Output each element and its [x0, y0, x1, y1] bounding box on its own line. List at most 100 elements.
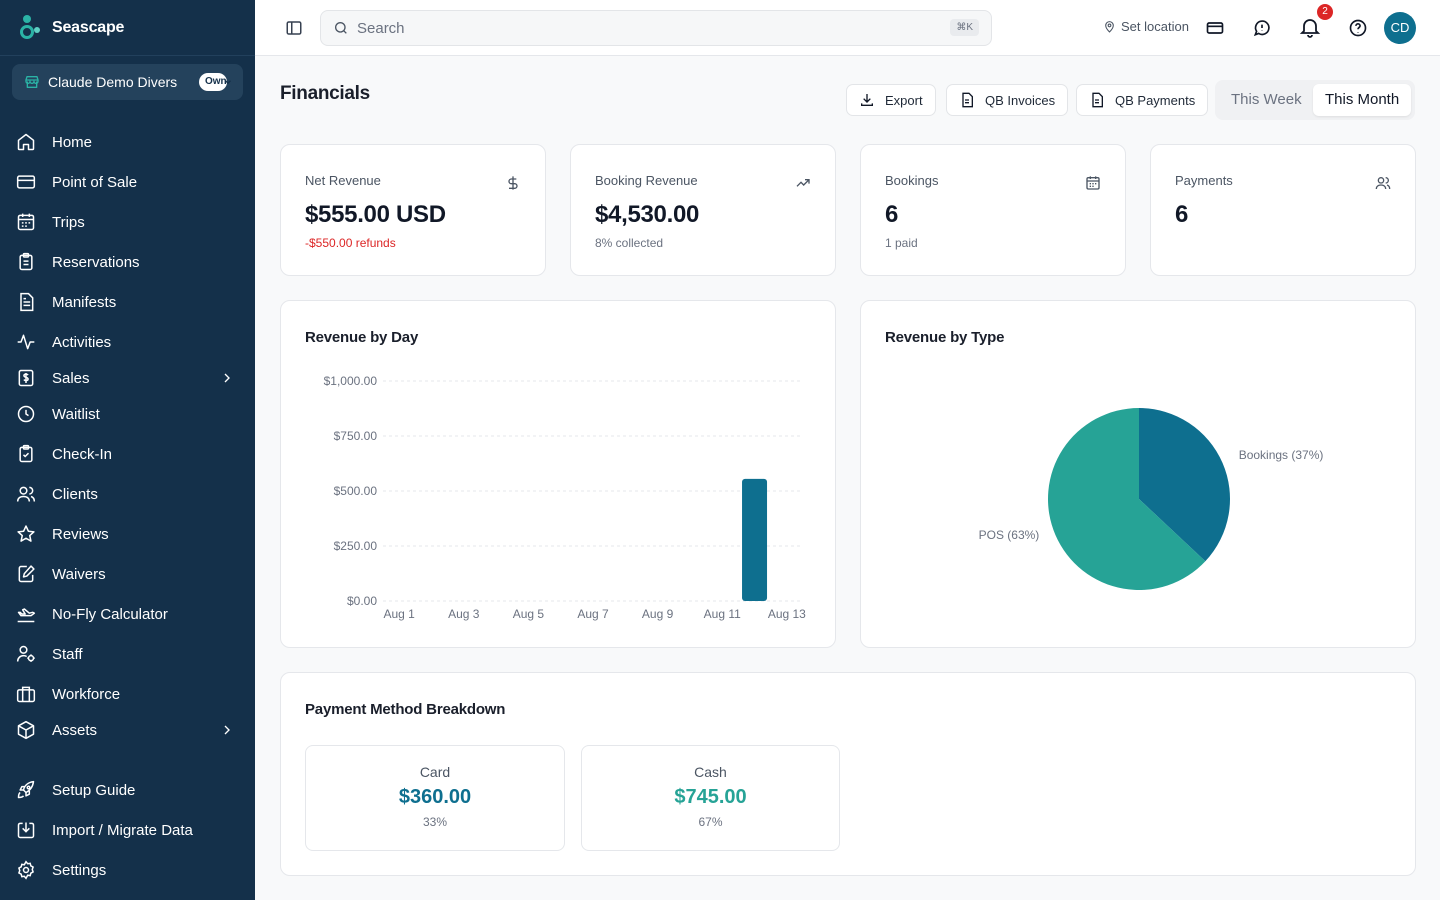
x-tick-label: Aug 7	[577, 607, 609, 621]
message-icon[interactable]	[1252, 18, 1272, 38]
sidebar-item-point-of-sale[interactable]: Point of Sale	[0, 164, 255, 200]
org-name: Claude Demo Divers	[48, 74, 178, 90]
y-tick-label: $0.00	[347, 594, 377, 608]
payment-method-card: Card $360.00 33%	[305, 745, 565, 851]
payment-breakdown-title: Payment Method Breakdown	[305, 701, 506, 718]
sidebar-item-no-fly-calculator[interactable]: No-Fly Calculator	[0, 596, 255, 632]
bell-icon[interactable]	[1298, 15, 1322, 39]
sidebar-item-reservations[interactable]: Reservations	[0, 244, 255, 280]
org-switcher[interactable]: Claude Demo Divers Owner	[12, 64, 243, 100]
stat-label: Bookings	[885, 173, 939, 188]
chevron-right-icon	[224, 725, 230, 735]
sidebar-item-home[interactable]: Home	[0, 124, 255, 160]
stat-card-net-revenue: Net Revenue $555.00 USD -$550.00 refunds	[280, 144, 546, 276]
trending-up-icon	[796, 179, 810, 187]
stat-value: 6	[885, 201, 899, 228]
stat-card-booking-revenue: Booking Revenue $4,530.00 8% collected	[570, 144, 836, 276]
pie-label: POS (63%)	[979, 528, 1040, 542]
file-invoice-icon	[962, 92, 973, 108]
x-tick-label: Aug 1	[383, 607, 415, 621]
x-tick-label: Aug 9	[642, 607, 674, 621]
map-pin-icon	[1105, 21, 1114, 33]
store-icon	[25, 76, 39, 88]
receipt-dollar-icon	[18, 369, 34, 387]
sidebar-item-assets[interactable]: Assets	[0, 712, 255, 748]
sidebar-item-label: Waivers	[52, 565, 106, 583]
sidebar-item-import-migrate-data[interactable]: Import / Migrate Data	[0, 812, 255, 848]
qb-payments-label: QB Payments	[1115, 92, 1196, 108]
sidebar-item-staff[interactable]: Staff	[0, 636, 255, 672]
stat-sub: 1 paid	[885, 236, 918, 250]
box-icon	[17, 720, 35, 740]
sidebar-item-label: Waitlist	[52, 405, 100, 423]
revenue-by-type-chart: Bookings (37%) POS (63%)	[979, 408, 1324, 590]
sidebar-item-manifests[interactable]: Manifests	[0, 284, 255, 320]
payment-method-percent: 67%	[698, 815, 723, 829]
stat-sub: -$550.00 refunds	[305, 236, 396, 250]
payment-method-amount: $745.00	[674, 786, 747, 808]
brand[interactable]: Seascape	[0, 0, 255, 56]
credit-card-icon[interactable]	[1205, 18, 1225, 38]
briefcase-icon	[16, 686, 36, 703]
sidebar-item-waitlist[interactable]: Waitlist	[0, 396, 255, 432]
sidebar-item-reviews[interactable]: Reviews	[0, 516, 255, 552]
calendar-icon	[17, 213, 35, 231]
stat-value: 6	[1175, 201, 1189, 228]
help-icon[interactable]	[1348, 18, 1368, 38]
sidebar-item-trips[interactable]: Trips	[0, 204, 255, 240]
notification-count-badge: 2	[1317, 4, 1333, 20]
range-this-week[interactable]: This Week	[1219, 84, 1314, 116]
search-shortcut: ⌘K	[950, 19, 979, 36]
sidebar-item-label: Settings	[52, 861, 107, 879]
sidebar-item-label: Check-In	[52, 445, 113, 463]
payment-method-name: Cash	[694, 764, 727, 780]
stat-value: $4,530.00	[595, 201, 700, 228]
sidebar-item-label: Sales	[52, 369, 90, 387]
sidebar-item-label: Activities	[52, 333, 112, 351]
clock-icon	[17, 405, 35, 423]
avatar[interactable]: CD	[1384, 12, 1416, 44]
sidebar-item-check-in[interactable]: Check-In	[0, 436, 255, 472]
x-tick-label: Aug 11	[704, 607, 741, 621]
search-input[interactable]	[357, 19, 991, 37]
sidebar-toggle-icon[interactable]	[285, 19, 303, 37]
credit-card-icon	[16, 175, 36, 189]
document-icon	[20, 292, 34, 312]
x-tick-label: Aug 5	[513, 607, 545, 621]
sidebar-item-clients[interactable]: Clients	[0, 476, 255, 512]
x-tick-label: Aug 13	[768, 607, 806, 621]
sidebar-item-waivers[interactable]: Waivers	[0, 556, 255, 592]
sidebar-item-label: Setup Guide	[52, 781, 136, 799]
sidebar-item-setup-guide[interactable]: Setup Guide	[0, 772, 255, 808]
search-bar[interactable]: ⌘K	[320, 10, 992, 46]
pie-label: Bookings (37%)	[1239, 448, 1324, 462]
stat-label: Payments	[1175, 173, 1233, 188]
sidebar-item-label: Reservations	[52, 253, 140, 271]
revenue-by-day-card: Revenue by Day $0.00 $250.00 $500.00 $750.0…	[280, 300, 836, 648]
sidebar-item-label: Reviews	[52, 525, 109, 543]
sidebar-item-label: Clients	[52, 485, 98, 503]
payment-breakdown-card: Payment Method Breakdown Card $360.00 33…	[280, 672, 1416, 876]
set-location-button[interactable]: Set location	[1103, 19, 1189, 34]
page-title: Financials	[280, 83, 370, 104]
clipboard-icon	[19, 252, 33, 271]
users-icon	[16, 486, 36, 502]
sidebar-item-label: Point of Sale	[52, 173, 138, 191]
sidebar-item-workforce[interactable]: Workforce	[0, 676, 255, 712]
qb-invoices-button[interactable]: QB Invoices	[946, 84, 1069, 116]
sidebar-item-sales[interactable]: Sales	[0, 360, 255, 396]
range-this-month[interactable]: This Month	[1313, 84, 1412, 116]
clipboard-check-icon	[19, 444, 33, 463]
stat-card-bookings: Bookings 6 1 paid	[860, 144, 1126, 276]
export-button[interactable]: Export	[846, 84, 936, 116]
sidebar-item-activities[interactable]: Activities	[0, 324, 255, 360]
sidebar: Seascape Claude Demo Divers Owner Home P…	[0, 0, 255, 900]
chevron-down-icon	[225, 80, 231, 85]
qb-payments-button[interactable]: QB Payments	[1076, 84, 1209, 116]
chevron-right-icon	[224, 373, 230, 383]
bar[interactable]	[742, 478, 768, 601]
sidebar-item-settings[interactable]: Settings	[0, 852, 255, 888]
sidebar-item-label: Workforce	[52, 685, 121, 703]
logo-icon	[20, 14, 42, 41]
sidebar-item-label: Home	[52, 133, 93, 151]
